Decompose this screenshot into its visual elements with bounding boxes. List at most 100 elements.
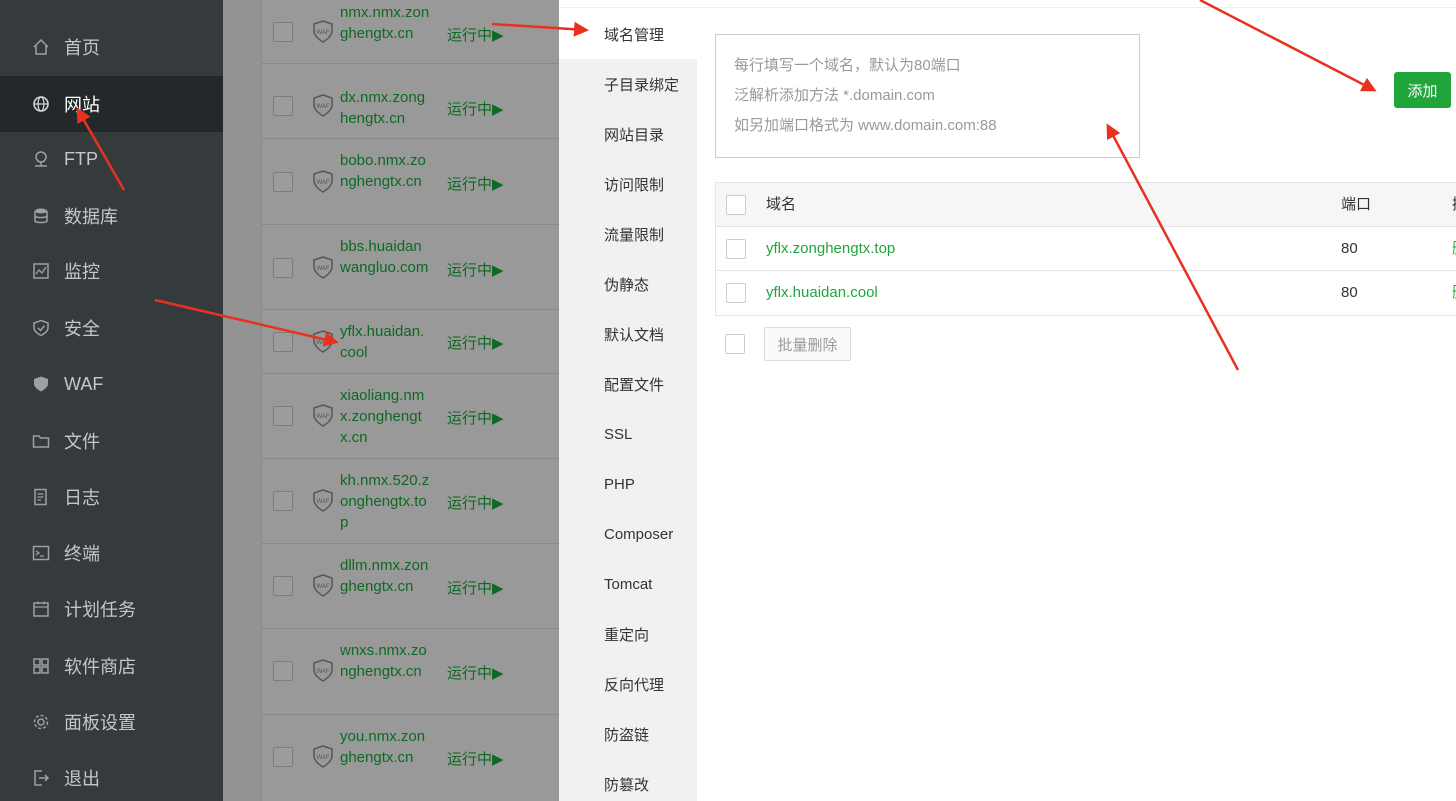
site-name-link[interactable]: wnxs.nmx.zonghengtx.cn: [340, 640, 430, 682]
row-checkbox[interactable]: [273, 96, 293, 116]
sidebar-item-logs[interactable]: 日志: [0, 469, 223, 525]
waf-shield-icon: WAF: [313, 330, 333, 353]
sidebar-item-label: 软件商店: [64, 657, 136, 677]
site-status[interactable]: 运行中▶: [447, 332, 504, 353]
site-status[interactable]: 运行中▶: [447, 98, 504, 119]
column-header-operation: 操: [1452, 183, 1456, 227]
site-status[interactable]: 运行中▶: [447, 173, 504, 194]
site-name-link[interactable]: you.nmx.zonghengtx.cn: [340, 726, 430, 768]
row-checkbox[interactable]: [273, 576, 293, 596]
tab-config-file[interactable]: 配置文件: [559, 359, 697, 409]
row-checkbox[interactable]: [726, 239, 746, 259]
batch-delete-button[interactable]: 批量删除: [764, 327, 851, 361]
delete-link[interactable]: 删: [1452, 271, 1456, 315]
site-name-link[interactable]: yflx.huaidan.cool: [340, 321, 430, 363]
sidebar-item-ftp[interactable]: FTP: [0, 131, 223, 187]
sidebar-item-home[interactable]: 首页: [0, 19, 223, 75]
svg-text:WAF: WAF: [316, 30, 329, 36]
batch-select-checkbox[interactable]: [725, 334, 745, 354]
tab-access-restriction[interactable]: 访问限制: [559, 159, 697, 209]
svg-text:WAF: WAF: [316, 266, 329, 272]
domain-link[interactable]: yflx.huaidan.cool: [766, 271, 878, 315]
port-value: 80: [1341, 284, 1358, 301]
sidebar-item-label: 面板设置: [64, 713, 136, 733]
site-status[interactable]: 运行中▶: [447, 407, 504, 428]
svg-text:WAF: WAF: [316, 414, 329, 420]
sidebar-item-monitor[interactable]: 监控: [0, 243, 223, 299]
tab-ssl[interactable]: SSL: [559, 409, 697, 459]
tab-reverse-proxy[interactable]: 反向代理: [559, 659, 697, 709]
table-row: WAF you.nmx.zonghengtx.cn 运行中▶: [262, 715, 560, 801]
waf-shield-icon: WAF: [313, 94, 333, 117]
site-status[interactable]: 运行中▶: [447, 577, 504, 598]
site-status[interactable]: 运行中▶: [447, 259, 504, 280]
sidebar-item-settings[interactable]: 面板设置: [0, 694, 223, 750]
row-checkbox[interactable]: [273, 661, 293, 681]
waf-shield-icon: WAF: [313, 745, 333, 768]
row-checkbox[interactable]: [273, 258, 293, 278]
tab-traffic-limit[interactable]: 流量限制: [559, 209, 697, 259]
table-row: WAF dllm.nmx.zonghengtx.cn 运行中▶: [262, 544, 560, 629]
waf-shield-icon: WAF: [313, 574, 333, 597]
shield-icon: [32, 319, 50, 337]
placeholder-line: 每行填写一个域名，默认为80端口: [734, 57, 961, 74]
tab-subdirectory-binding[interactable]: 子目录绑定: [559, 59, 697, 109]
row-checkbox[interactable]: [726, 283, 746, 303]
table-row: yflx.zonghengtx.top 80 删: [716, 227, 1456, 271]
svg-text:WAF: WAF: [316, 340, 329, 346]
tab-hotlink-protection[interactable]: 防盗链: [559, 709, 697, 759]
add-domain-button[interactable]: 添加: [1394, 72, 1451, 108]
select-all-checkbox[interactable]: [726, 195, 746, 215]
domain-link[interactable]: yflx.zonghengtx.top: [766, 227, 895, 271]
tab-composer[interactable]: Composer: [559, 509, 697, 559]
site-name-link[interactable]: kh.nmx.520.zonghengtx.top: [340, 470, 430, 533]
waf-shield-icon: WAF: [313, 170, 333, 193]
waf-shield-icon: WAF: [313, 489, 333, 512]
domain-input[interactable]: 每行填写一个域名，默认为80端口 泛解析添加方法 *.domain.com 如另…: [715, 34, 1140, 158]
delete-link[interactable]: 删: [1452, 227, 1456, 271]
sidebar-item-files[interactable]: 文件: [0, 413, 223, 469]
row-checkbox[interactable]: [273, 172, 293, 192]
row-checkbox[interactable]: [273, 406, 293, 426]
tab-site-directory[interactable]: 网站目录: [559, 109, 697, 159]
row-checkbox[interactable]: [273, 22, 293, 42]
table-row: WAF bbs.huaidanwangluo.com 运行中▶: [262, 225, 560, 310]
svg-text:WAF: WAF: [316, 584, 329, 590]
table-row: WAF xiaoliang.nmx.zonghengtx.cn 运行中▶: [262, 374, 560, 459]
tab-rewrite[interactable]: 伪静态: [559, 259, 697, 309]
sidebar-item-logout[interactable]: 退出: [0, 750, 223, 801]
svg-text:WAF: WAF: [316, 180, 329, 186]
sidebar-item-terminal[interactable]: 终端: [0, 525, 223, 581]
site-status[interactable]: 运行中▶: [447, 662, 504, 683]
column-header-port: 端口: [1341, 196, 1372, 213]
sidebar-item-security[interactable]: 安全: [0, 300, 223, 356]
waf-shield-icon: WAF: [313, 256, 333, 279]
site-status[interactable]: 运行中▶: [447, 748, 504, 769]
site-name-link[interactable]: nmx.nmx.zonghengtx.cn: [340, 2, 430, 44]
sidebar-item-cron[interactable]: 计划任务: [0, 581, 223, 637]
site-name-link[interactable]: dllm.nmx.zonghengtx.cn: [340, 555, 430, 597]
sidebar-item-website[interactable]: 网站: [0, 76, 223, 132]
row-checkbox[interactable]: [273, 747, 293, 767]
row-checkbox[interactable]: [273, 491, 293, 511]
sidebar-item-label: 数据库: [64, 207, 118, 227]
table-row: WAF dx.nmx.zonghengtx.cn 运行中▶: [262, 64, 560, 139]
home-icon: [32, 38, 50, 56]
site-name-link[interactable]: bobo.nmx.zonghengtx.cn: [340, 150, 430, 192]
sidebar-item-store[interactable]: 软件商店: [0, 638, 223, 694]
sidebar-item-waf[interactable]: WAF: [0, 356, 223, 412]
tab-default-document[interactable]: 默认文档: [559, 309, 697, 359]
row-checkbox[interactable]: [273, 332, 293, 352]
tab-domain-management[interactable]: 域名管理: [559, 9, 697, 59]
site-name-link[interactable]: dx.nmx.zonghengtx.cn: [340, 87, 430, 129]
tab-php[interactable]: PHP: [559, 459, 697, 509]
site-name-link[interactable]: xiaoliang.nmx.zonghengtx.cn: [340, 385, 430, 448]
tab-tomcat[interactable]: Tomcat: [559, 559, 697, 609]
site-status[interactable]: 运行中▶: [447, 492, 504, 513]
tab-tamper-protection[interactable]: 防篡改: [559, 759, 697, 801]
tab-redirect[interactable]: 重定向: [559, 609, 697, 659]
site-status[interactable]: 运行中▶: [447, 24, 504, 45]
sidebar-item-database[interactable]: 数据库: [0, 188, 223, 244]
table-header-row: 域名 端口 操: [716, 183, 1456, 227]
site-name-link[interactable]: bbs.huaidanwangluo.com: [340, 236, 430, 278]
